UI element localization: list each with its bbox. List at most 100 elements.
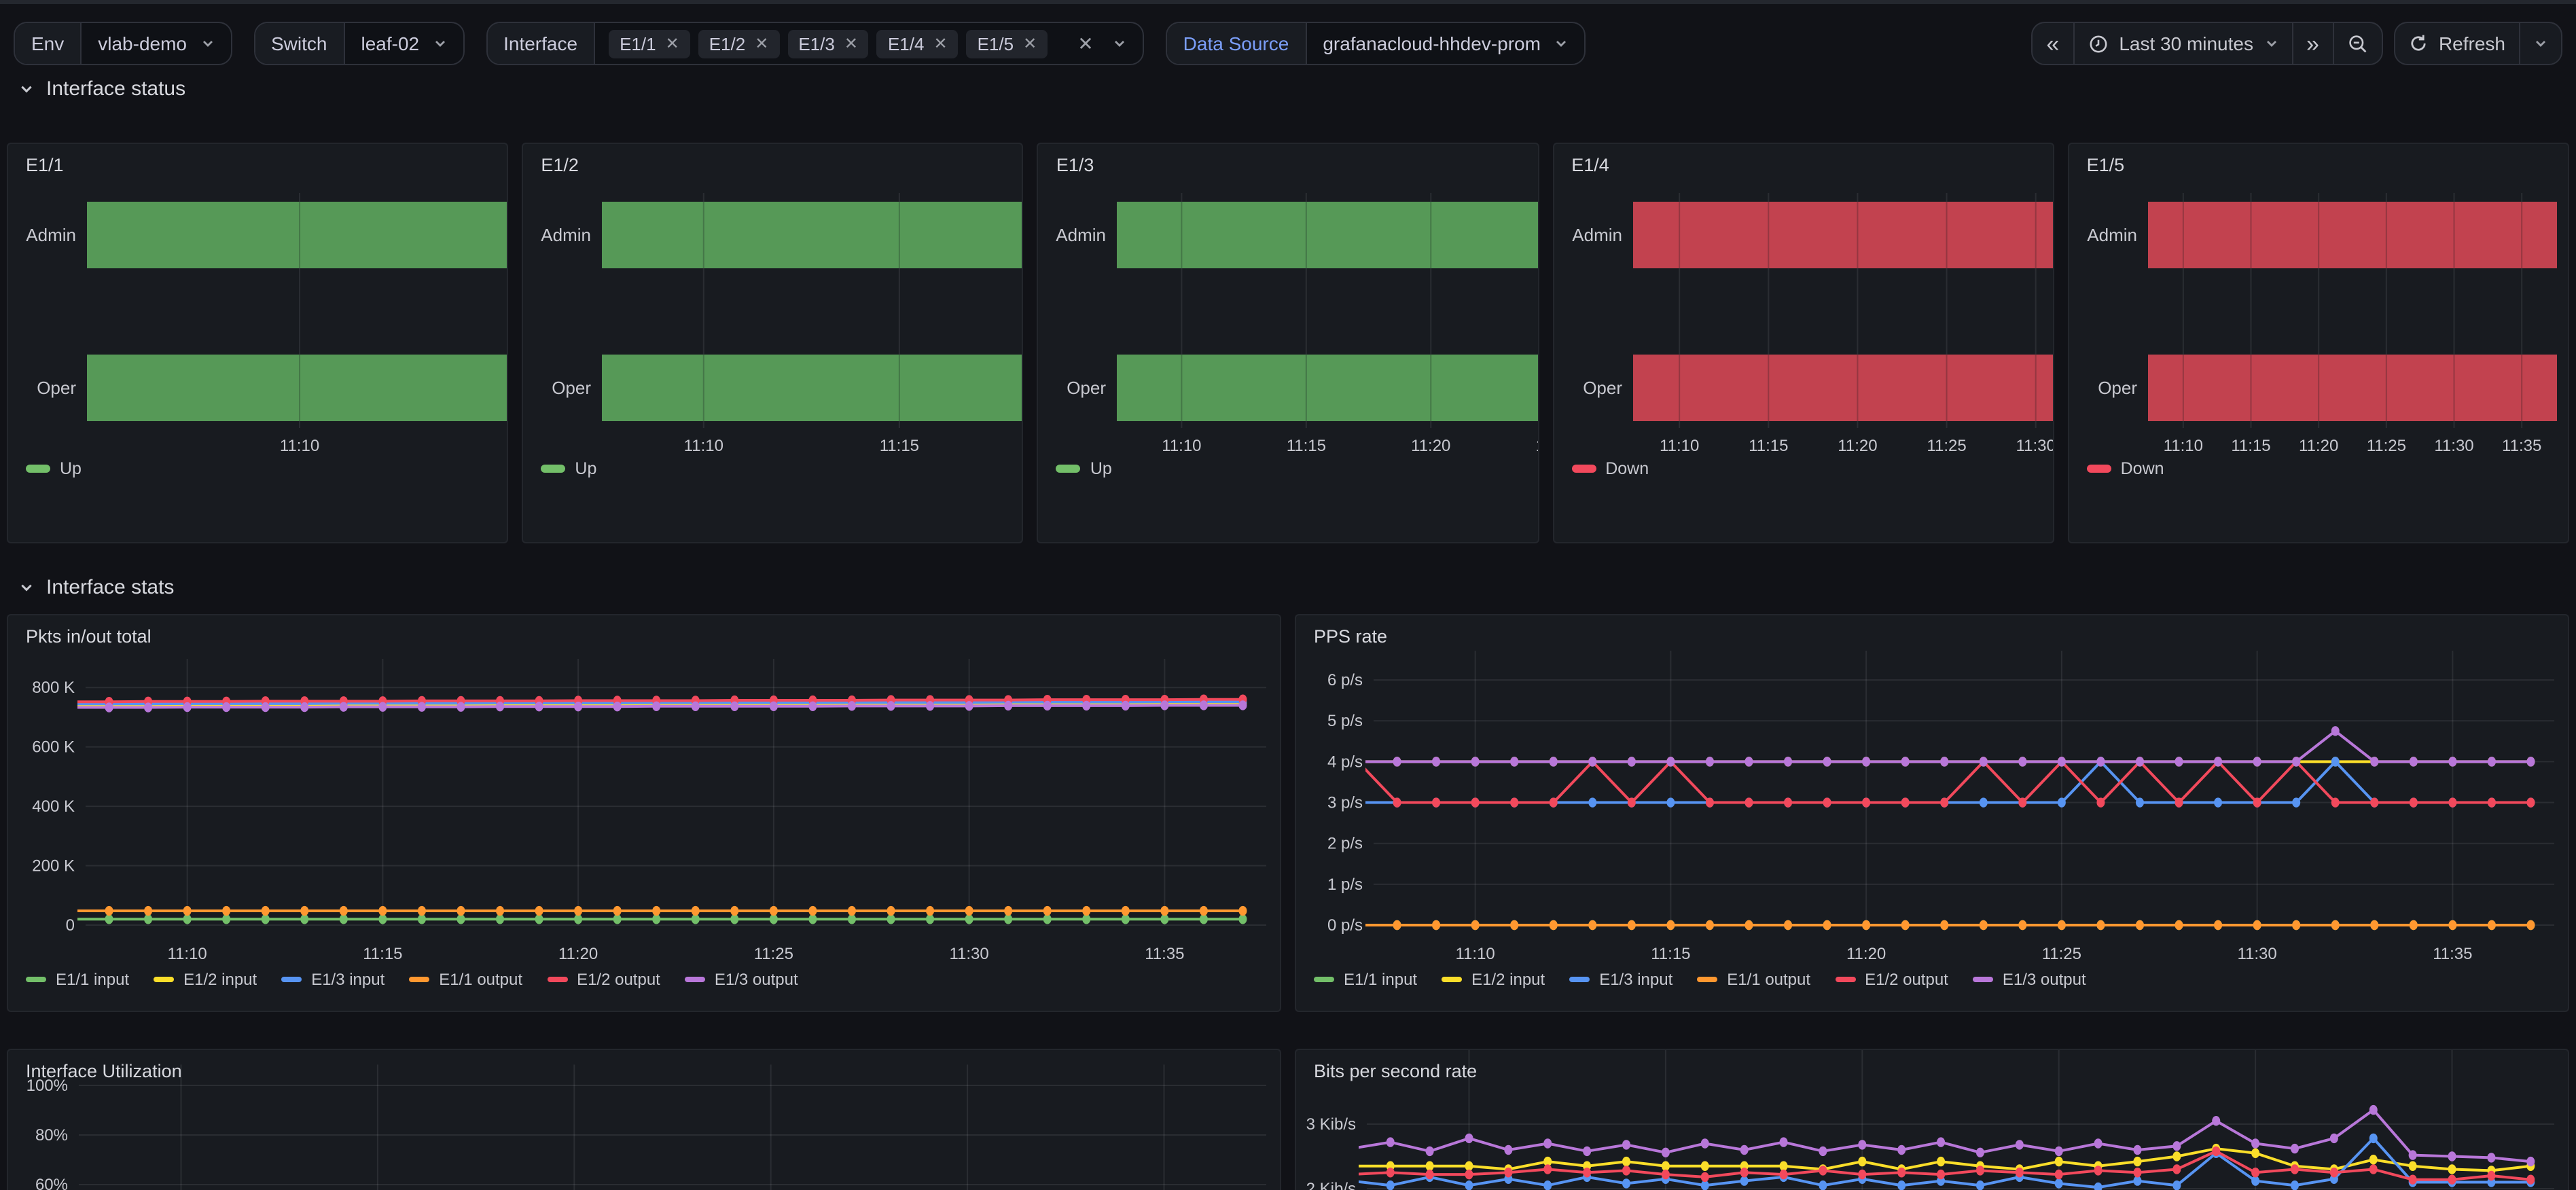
category-label: Admin [26,225,76,245]
x-tick-label: 11:25 [2366,437,2405,455]
chevron-down-icon [19,82,34,96]
time-shift-forward-button[interactable]: » [2291,23,2333,64]
line-chart[interactable]: 0 p/s1 p/s2 p/s3 p/s4 p/s5 p/s6 p/s11:10… [1296,615,2568,1012]
datasource-value-dropdown[interactable]: grafanacloud-hhdev-prom [1306,23,1584,64]
line-chart[interactable]: 0200 K400 K600 K800 K11:1011:1511:2011:2… [8,615,1280,1012]
y-tick-label: 800 K [32,679,75,697]
stats-panels-row: Pkts in/out total0200 K400 K600 K800 K11… [7,614,2569,1012]
interface-tag-label: E1/5 [978,33,1014,54]
remove-tag-icon[interactable]: ✕ [933,35,947,52]
category-label: Admin [2087,225,2137,245]
time-shift-back-button[interactable]: « [2033,23,2073,64]
interface-tag[interactable]: E1/2✕ [698,29,780,58]
legend-item[interactable]: Down [1571,459,1649,478]
x-tick-label: 11:25 [1536,437,1539,455]
legend-item[interactable]: E1/3 output [685,970,798,989]
state-timeline-chart[interactable]: AdminOper11:1011:1511:2011:2511:3011:35 [1039,144,1539,543]
x-tick-label: 11:30 [2016,437,2054,455]
legend-item[interactable]: E1/2 input [1442,970,1545,989]
panel-title[interactable]: E1/5 [2087,155,2125,175]
line-chart[interactable]: 100%80%60%11:1011:1511:2011:2511:3011:35 [8,1050,1280,1190]
legend-item[interactable]: Up [1056,459,1112,478]
row-interface-status[interactable]: Interface status [19,77,185,101]
state-timeline-chart[interactable]: AdminOper11:1011:1511:2011:2511:3011:35 [8,144,508,543]
remove-tag-icon[interactable]: ✕ [844,35,858,52]
panel-title[interactable]: Interface Utilization [26,1061,182,1081]
status-panel-E1/5: E1/5AdminOper11:1011:1511:2011:2511:3011… [2068,143,2569,543]
x-tick-label: 11:15 [363,945,402,963]
panel-pkts-in-out-total: Pkts in/out total0200 K400 K600 K800 K11… [7,614,1281,1012]
legend-item[interactable]: E1/1 output [1697,970,1810,989]
x-tick-label: 11:25 [1927,437,1966,455]
remove-tag-icon[interactable]: ✕ [666,35,679,52]
legend-item[interactable]: Up [26,459,82,478]
line-chart[interactable]: 3 Kib/s2 Kib/s11:1011:1511:2011:2511:301… [1296,1050,2568,1190]
refresh-button[interactable]: Refresh [2395,23,2519,64]
panel-title[interactable]: E1/3 [1056,155,1094,175]
interface-tags: E1/1✕ E1/2✕E1/3✕ E1/4✕ E1/5 ✕ [595,23,1061,64]
clear-all-icon[interactable]: ✕ [1077,34,1093,53]
interface-tag[interactable]: E1/5 ✕ [967,29,1048,58]
category-label: Admin [1572,225,1622,245]
legend-item[interactable]: E1/3 output [1973,970,2086,989]
env-label: Env [15,23,82,64]
legend-item[interactable]: E1/1 input [26,970,129,989]
x-tick-label: 11:35 [1145,945,1184,963]
env-value-dropdown[interactable]: vlab-demo [82,23,230,64]
legend-label: E1/1 output [1727,970,1810,989]
switch-value: leaf-02 [361,33,419,54]
y-tick-label: 3 Kib/s [1306,1115,1356,1134]
panel-title[interactable]: Bits per second rate [1314,1061,1477,1081]
interface-clear-dropdown[interactable]: ✕ [1061,23,1142,64]
legend-item[interactable]: E1/3 input [281,970,384,989]
legend-swatch [1569,977,1590,983]
legend-item[interactable]: Up [541,459,596,478]
legend-item[interactable]: E1/1 input [1314,970,1417,989]
state-timeline-chart[interactable]: AdminOper11:1011:1511:2011:2511:3011:35 [523,144,1023,543]
zoom-out-icon [2348,33,2368,54]
legend-label: Up [575,459,596,478]
remove-tag-icon[interactable]: ✕ [755,35,768,52]
switch-value-dropdown[interactable]: leaf-02 [344,23,463,64]
legend-item[interactable]: E1/2 output [547,970,660,989]
y-tick-label: 200 K [32,857,75,876]
category-label: Admin [541,225,592,245]
panel-title[interactable]: E1/2 [541,155,579,175]
time-range-picker[interactable]: Last 30 minutes [2073,23,2291,64]
panel-title[interactable]: E1/1 [26,155,64,175]
refresh-interval-dropdown[interactable] [2519,23,2561,64]
panel-title[interactable]: E1/4 [1571,155,1609,175]
status-panel-E1/3: E1/3AdminOper11:1011:1511:2011:2511:3011… [1037,143,1539,543]
state-timeline-chart[interactable]: AdminOper11:1011:1511:2011:2511:3011:35 [1554,144,2054,543]
legend-swatch [1571,465,1596,473]
clock-icon [2088,33,2108,54]
x-tick-label: 11:15 [880,437,919,455]
legend-item[interactable]: E1/3 input [1569,970,1672,989]
refresh-icon [2409,34,2428,53]
row-title: Interface status [46,77,185,101]
panel-interface-utilization: Interface Utilization100%80%60%11:1011:1… [7,1049,1281,1190]
legend-item[interactable]: Down [2087,459,2164,478]
interface-tag[interactable]: E1/1✕ [609,29,690,58]
top-nav-edge [0,0,2576,4]
state-timeline-chart[interactable]: AdminOper11:1011:1511:2011:2511:3011:35 [2069,144,2568,543]
legend-swatch [1056,465,1081,473]
panel-title[interactable]: Pkts in/out total [26,626,151,647]
interface-tag[interactable]: E1/3✕ [787,29,869,58]
legend-item[interactable]: E1/2 output [1835,970,1948,989]
zoom-out-button[interactable] [2333,23,2382,64]
y-tick-label: 2 p/s [1327,835,1363,853]
panel-title[interactable]: PPS rate [1314,626,1387,647]
y-tick-label: 0 [66,916,75,935]
row-interface-stats[interactable]: Interface stats [19,576,174,599]
y-tick-label: 1 p/s [1327,876,1363,894]
interface-tag[interactable]: E1/4✕ [877,29,959,58]
x-tick-label: 11:35 [2502,437,2541,455]
x-tick-label: 11:35 [2433,945,2472,963]
legend-item[interactable]: E1/1 output [409,970,522,989]
y-tick-label: 60% [35,1176,68,1190]
remove-tag-icon[interactable]: ✕ [1023,35,1037,52]
chevron-down-icon [2264,37,2278,50]
legend-item[interactable]: E1/2 input [154,970,257,989]
row-title: Interface stats [46,576,174,599]
